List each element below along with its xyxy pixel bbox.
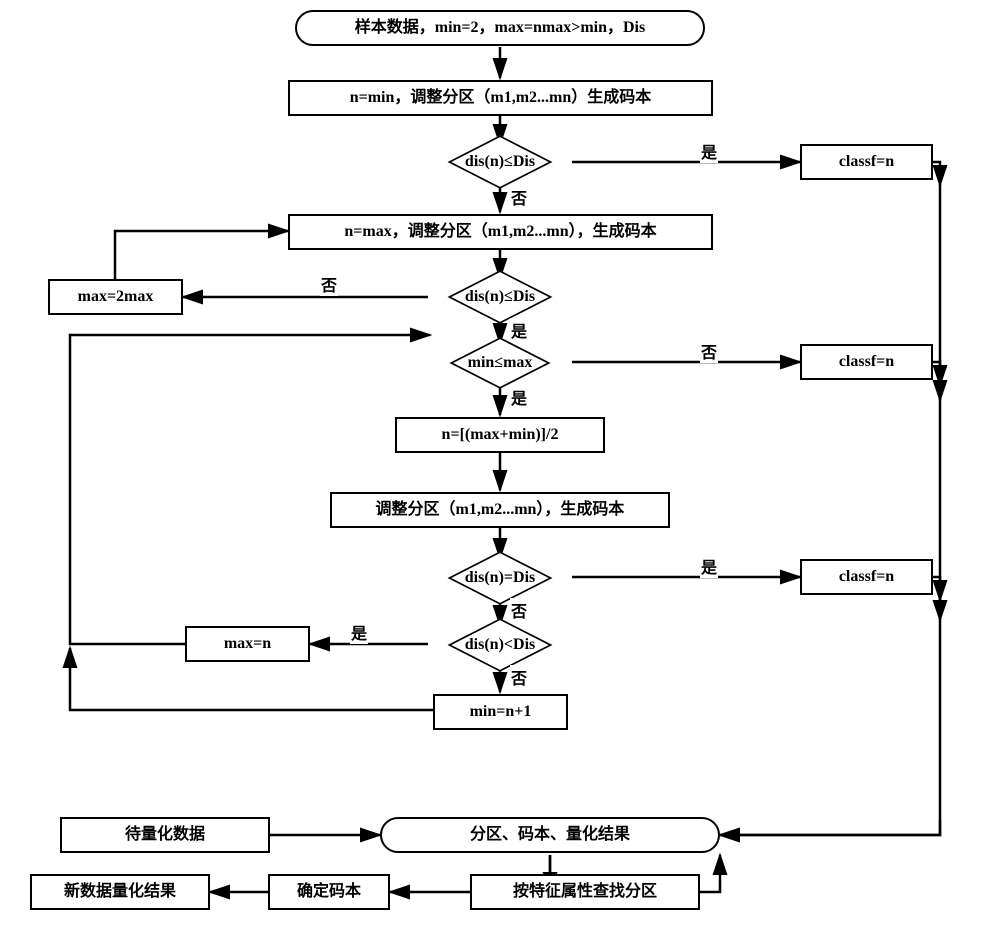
process-max-eq-n: max=n [185, 626, 310, 662]
d3-yes: 是 [510, 385, 528, 409]
det-text: 确定码本 [297, 882, 361, 901]
r2-text: classf=n [839, 352, 894, 371]
d2-text: dis(n)≤Dis [465, 288, 535, 306]
decision-dis-eq-dis: dis(n)=Dis [428, 558, 572, 598]
process-n-midpoint: n=[(max+min)]/2 [395, 417, 605, 453]
process-adjust-partition: 调整分区（m1,m2...mn），生成码本 [330, 492, 670, 528]
result-classf-n-3: classf=n [800, 559, 933, 595]
result-classf-n-2: classf=n [800, 344, 933, 380]
decision-dis-n-le-dis: dis(n)≤Dis [428, 142, 572, 182]
start-text: 样本数据，min=2，max=nmax>min，Dis [355, 18, 645, 37]
r3-text: classf=n [839, 567, 894, 586]
r1-text: classf=n [839, 152, 894, 171]
maxdbl-text: max=2max [78, 287, 154, 306]
d1-no: 否 [510, 185, 528, 209]
d5-yes: 是 [350, 620, 368, 644]
find-text: 按特征属性查找分区 [513, 882, 657, 901]
d4-text: dis(n)=Dis [465, 569, 535, 587]
dataq-text: 待量化数据 [125, 825, 205, 844]
d5-text: dis(n)<Dis [465, 636, 535, 654]
p4-text: 调整分区（m1,m2...mn），生成码本 [376, 500, 625, 519]
decision-dis-lt-dis: dis(n)<Dis [428, 625, 572, 665]
d3-text: min≤max [468, 354, 533, 372]
output-new-quant-result: 新数据量化结果 [30, 874, 210, 910]
result-classf-n-1: classf=n [800, 144, 933, 180]
process-find-by-feature: 按特征属性查找分区 [470, 874, 700, 910]
process-determine-codebook: 确定码本 [268, 874, 390, 910]
process-init-n-min: n=min，调整分区（m1,m2...mn）生成码本 [288, 80, 713, 116]
decision-dis-n-le-dis-2: dis(n)≤Dis [428, 277, 572, 317]
p1-text: n=min，调整分区（m1,m2...mn）生成码本 [350, 88, 652, 107]
d4-no: 否 [510, 598, 528, 622]
d1-yes: 是 [700, 139, 718, 163]
newres-text: 新数据量化结果 [64, 882, 176, 901]
d1-text: dis(n)≤Dis [465, 153, 535, 171]
input-data-to-quantize: 待量化数据 [60, 817, 270, 853]
minn-text: min=n+1 [470, 702, 532, 721]
process-n-max: n=max，调整分区（m1,m2...mn），生成码本 [288, 214, 713, 250]
d2-yes: 是 [510, 318, 528, 342]
d4-yes: 是 [700, 554, 718, 578]
p2-text: n=max，调整分区（m1,m2...mn），生成码本 [344, 222, 656, 241]
output-partition-codebook: 分区、码本、量化结果 [380, 817, 720, 853]
d3-no: 否 [700, 339, 718, 363]
d5-no: 否 [510, 665, 528, 689]
p3-text: n=[(max+min)]/2 [442, 425, 559, 444]
d2-no: 否 [320, 272, 338, 296]
process-min-eq-n-plus-1: min=n+1 [433, 694, 568, 730]
out-text: 分区、码本、量化结果 [470, 825, 630, 844]
decision-min-le-max: min≤max [428, 343, 572, 383]
maxn-text: max=n [224, 634, 271, 653]
process-max-double: max=2max [48, 279, 183, 315]
start-terminator: 样本数据，min=2，max=nmax>min，Dis [295, 10, 705, 46]
